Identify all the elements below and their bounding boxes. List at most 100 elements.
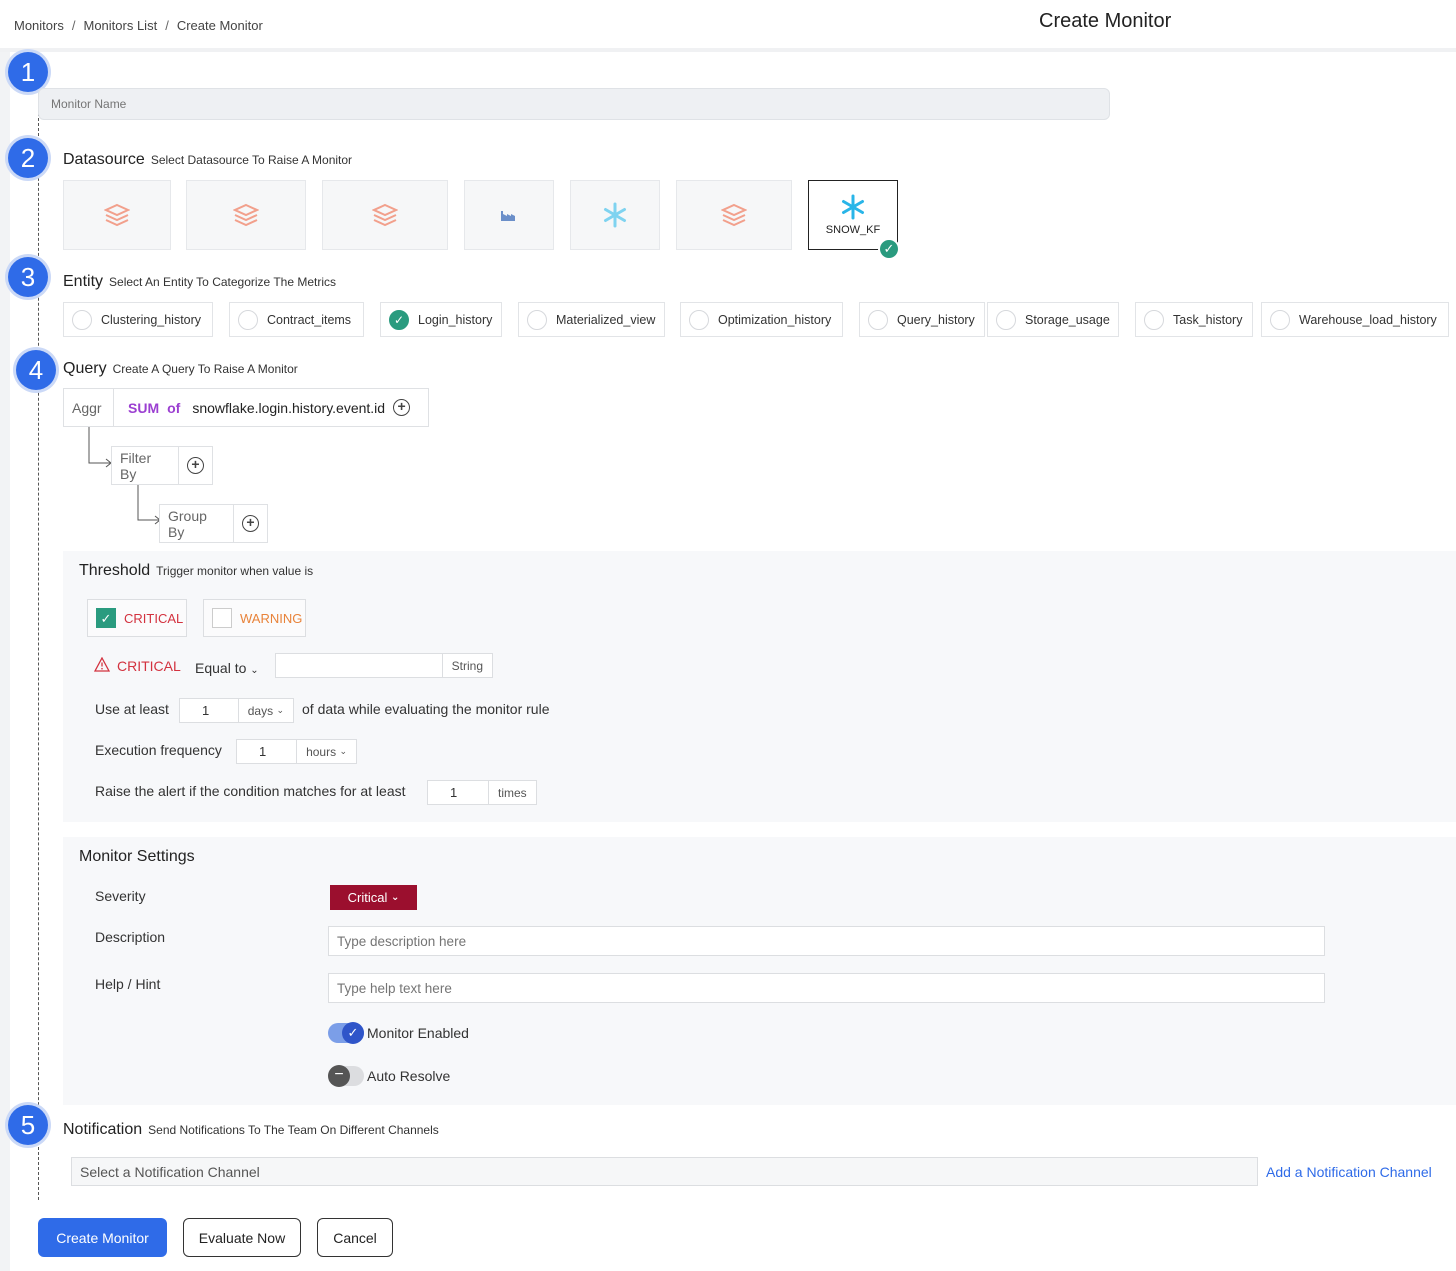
severity-dropdown[interactable]: Critical ⌄ bbox=[330, 885, 417, 910]
entity-option-label: Materialized_view bbox=[556, 312, 656, 327]
days-unit-select[interactable]: days ⌄ bbox=[237, 699, 293, 722]
entity-option-optimization-history[interactable]: Optimization_history bbox=[680, 302, 843, 337]
checkbox-icon bbox=[212, 608, 232, 628]
group-by-row: Group By + bbox=[159, 504, 268, 543]
execution-frequency-label: Execution frequency bbox=[95, 742, 222, 758]
operator-select[interactable]: Equal to ⌄ bbox=[195, 660, 259, 676]
datasource-card-5[interactable] bbox=[570, 180, 660, 250]
notification-channel-select[interactable]: Select a Notification Channel bbox=[71, 1157, 1258, 1186]
raise-alert-value: 1 bbox=[450, 785, 458, 800]
minus-icon: − bbox=[328, 1065, 350, 1087]
entity-option-storage-usage[interactable]: Storage_usage bbox=[987, 302, 1119, 337]
filter-by-row: Filter By + bbox=[111, 446, 213, 485]
monitor-name-input[interactable] bbox=[38, 88, 1110, 120]
left-rail bbox=[0, 0, 10, 1271]
entity-subtitle: Select An Entity To Categorize The Metri… bbox=[109, 275, 337, 289]
datasource-subtitle: Select Datasource To Raise A Monitor bbox=[150, 153, 353, 167]
notification-subtitle: Send Notifications To The Team On Differ… bbox=[148, 1123, 439, 1137]
entity-option-label: Login_history bbox=[418, 312, 493, 327]
radio-icon bbox=[1144, 309, 1164, 330]
step-connector-line bbox=[38, 88, 39, 1200]
value-type-label: String bbox=[441, 654, 492, 677]
datasource-card-4[interactable] bbox=[464, 180, 554, 250]
radio-icon bbox=[689, 309, 709, 330]
step-badge-2: 2 bbox=[8, 138, 48, 178]
snowflake-icon bbox=[604, 202, 626, 228]
severity-label: Severity bbox=[95, 888, 146, 904]
severity-value: Critical bbox=[347, 890, 388, 905]
use-at-least-label: Use at least bbox=[95, 701, 169, 717]
description-input[interactable] bbox=[328, 926, 1325, 956]
datasource-card-1[interactable] bbox=[63, 180, 171, 250]
warning-checkbox[interactable]: WARNING bbox=[203, 599, 306, 637]
entity-option-label: Storage_usage bbox=[1025, 312, 1110, 327]
radio-checked-icon: ✓ bbox=[389, 309, 409, 330]
entity-option-label: Clustering_history bbox=[101, 312, 202, 327]
threshold-section-title: Threshold Trigger monitor when value is bbox=[79, 562, 313, 580]
hours-unit-value: hours bbox=[306, 744, 337, 759]
radio-icon bbox=[527, 309, 547, 330]
add-filter-icon[interactable]: + bbox=[187, 457, 204, 474]
auto-resolve-label: Auto Resolve bbox=[367, 1068, 451, 1084]
filter-by-label: Filter By bbox=[112, 447, 179, 484]
aggr-of-label: of bbox=[167, 399, 181, 416]
monitor-enabled-toggle[interactable]: ✓ bbox=[328, 1022, 364, 1044]
threshold-value-input[interactable]: String bbox=[275, 653, 493, 678]
add-aggregation-icon[interactable]: + bbox=[393, 399, 411, 416]
page-header: Monitors / Monitors List / Create Monitor Cr… bbox=[0, 0, 1456, 52]
entity-option-login-history[interactable]: ✓ Login_history bbox=[380, 302, 502, 337]
aggregation-function[interactable]: SUM bbox=[128, 400, 159, 416]
entity-option-query-history[interactable]: Query_history bbox=[859, 302, 985, 337]
step-badge-4: 4 bbox=[16, 350, 56, 390]
help-hint-input[interactable] bbox=[328, 973, 1325, 1003]
step-badge-5: 5 bbox=[8, 1105, 48, 1145]
help-hint-label: Help / Hint bbox=[95, 976, 161, 992]
entity-option-label: Task_history bbox=[1173, 312, 1243, 327]
use-at-least-suffix: of data while evaluating the monitor rul… bbox=[302, 701, 550, 717]
add-notification-channel-link[interactable]: Add a Notification Channel bbox=[1266, 1164, 1432, 1180]
radio-icon bbox=[72, 309, 92, 330]
entity-option-materialized-view[interactable]: Materialized_view bbox=[518, 302, 665, 337]
raise-alert-input[interactable]: 1 times bbox=[427, 780, 537, 805]
step-badge-3: 3 bbox=[8, 257, 48, 297]
critical-checkbox[interactable]: ✓ CRITICAL bbox=[87, 599, 187, 637]
datasource-card-2[interactable] bbox=[186, 180, 306, 250]
entity-option-contract-items[interactable]: Contract_items bbox=[229, 302, 364, 337]
execution-frequency-value: 1 bbox=[259, 744, 267, 759]
breadcrumb-monitors[interactable]: Monitors bbox=[14, 18, 64, 33]
datasource-title: Datasource bbox=[63, 151, 145, 168]
chevron-down-icon: ⌄ bbox=[390, 892, 400, 903]
monitor-enabled-label: Monitor Enabled bbox=[367, 1025, 469, 1041]
layers-icon bbox=[372, 203, 398, 227]
execution-frequency-input[interactable]: 1 hours ⌄ bbox=[236, 739, 357, 764]
cancel-button[interactable]: Cancel bbox=[317, 1218, 393, 1257]
create-monitor-button[interactable]: Create Monitor bbox=[38, 1218, 167, 1257]
evaluate-now-button[interactable]: Evaluate Now bbox=[183, 1218, 301, 1257]
critical-condition-label: CRITICAL bbox=[117, 658, 181, 674]
use-at-least-input[interactable]: 1 days ⌄ bbox=[179, 698, 294, 723]
check-icon: ✓ bbox=[342, 1022, 364, 1044]
query-subtitle: Create A Query To Raise A Monitor bbox=[112, 362, 298, 376]
critical-checkbox-label: CRITICAL bbox=[124, 610, 184, 626]
auto-resolve-toggle[interactable]: − bbox=[328, 1065, 364, 1087]
entity-option-label: Query_history bbox=[897, 312, 975, 327]
aggregation-field[interactable]: snowflake.login.history.event.id bbox=[192, 400, 385, 416]
chevron-down-icon: ⌄ bbox=[339, 746, 347, 756]
add-group-by-icon[interactable]: + bbox=[242, 515, 259, 532]
entity-option-task-history[interactable]: Task_history bbox=[1135, 302, 1253, 337]
monitor-settings-title: Monitor Settings bbox=[79, 848, 195, 865]
chevron-down-icon: ⌄ bbox=[250, 665, 259, 676]
breadcrumb-create-monitor: Create Monitor bbox=[176, 18, 263, 33]
datasource-card-6[interactable] bbox=[676, 180, 792, 250]
operator-value: Equal to bbox=[195, 660, 247, 676]
notification-title: Notification bbox=[63, 1121, 143, 1138]
notification-section-title: Notification Send Notifications To The Te… bbox=[63, 1121, 439, 1139]
entity-option-warehouse-load-history[interactable]: Warehouse_load_history bbox=[1261, 302, 1449, 337]
page-title: Create Monitor bbox=[1039, 10, 1172, 32]
group-by-label: Group By bbox=[160, 505, 234, 542]
breadcrumb-monitors-list[interactable]: Monitors List bbox=[83, 18, 157, 33]
selected-check-icon: ✓ bbox=[878, 238, 900, 260]
entity-option-clustering-history[interactable]: Clustering_history bbox=[63, 302, 213, 337]
datasource-card-3[interactable] bbox=[322, 180, 448, 250]
hours-unit-select[interactable]: hours ⌄ bbox=[296, 740, 356, 763]
